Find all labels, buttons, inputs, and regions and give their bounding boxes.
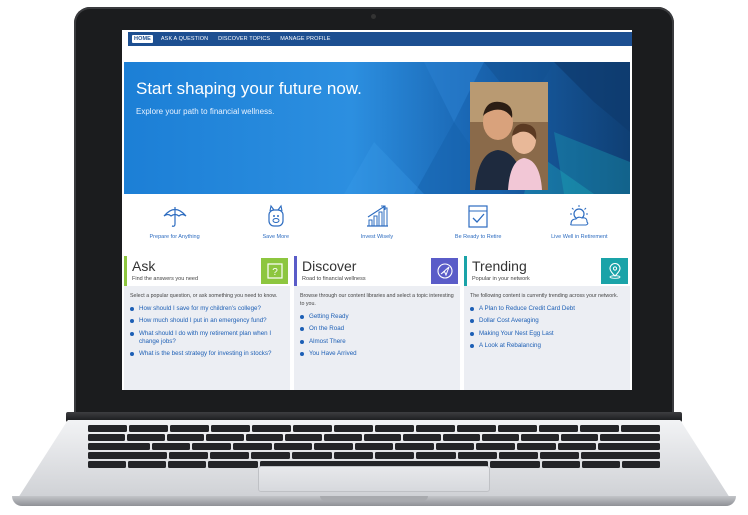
list-item[interactable]: A Look at Rebalancing — [470, 342, 624, 350]
category-be-ready-to-retire[interactable]: Be Ready to Retire — [428, 202, 528, 248]
category-label: Live Well in Retirement — [551, 234, 608, 240]
card-body: Browse through our content libraries and… — [294, 286, 460, 358]
category-save-more[interactable]: Save More — [226, 202, 326, 248]
card-title: Trending — [472, 258, 527, 274]
bullet — [300, 339, 304, 344]
card-body: The following content is currently trend… — [464, 286, 630, 350]
card-badge[interactable] — [601, 258, 628, 284]
card-header: Trending Popular in your network — [464, 256, 630, 286]
topic-link[interactable]: You Have Arrived — [309, 350, 357, 358]
ask-card: Ask Find the answers you need ? Select a… — [124, 256, 290, 390]
laptop-mockup: HOME ASK A QUESTION DISCOVER TOPICS MANA… — [0, 0, 748, 515]
category-label: Prepare for Anything — [149, 234, 200, 240]
map-pin-icon — [608, 263, 621, 279]
card-body: Select a popular question, or ask someth… — [124, 286, 290, 359]
piggy-bank-icon — [268, 204, 284, 227]
bullet — [130, 306, 134, 311]
svg-text:?: ? — [272, 267, 278, 278]
category-prepare-for-anything[interactable]: Prepare for Anything — [125, 202, 225, 248]
category-invest-wisely[interactable]: Invest Wisely — [327, 202, 427, 248]
question-link[interactable]: What is the best strategy for investing … — [139, 350, 271, 358]
list-item[interactable]: On the Road — [300, 325, 454, 333]
umbrella-icon — [163, 207, 187, 227]
discover-card: Discover Road to financial wellness Brow… — [294, 256, 460, 390]
family-photo — [470, 82, 548, 190]
content-cards: Ask Find the answers you need ? Select a… — [124, 256, 630, 390]
bullet — [130, 319, 134, 324]
card-header: Discover Road to financial wellness — [294, 256, 460, 286]
bullet — [470, 319, 474, 324]
category-row: Prepare for Anything Save More Invest Wi… — [124, 202, 630, 248]
nav-home[interactable]: HOME — [132, 35, 153, 43]
card-title: Ask — [132, 258, 156, 274]
category-label: Save More — [262, 234, 290, 240]
screen: HOME ASK A QUESTION DISCOVER TOPICS MANA… — [122, 30, 632, 390]
keyboard — [87, 425, 661, 468]
hero-title: Start shaping your future now. — [136, 79, 362, 98]
bullet — [470, 344, 474, 349]
question-link[interactable]: What should I do with my retirement plan… — [139, 330, 284, 347]
card-subtitle: Road to financial wellness — [302, 276, 366, 282]
card-subtitle: Find the answers you need — [132, 276, 199, 282]
trending-link[interactable]: Making Your Nest Egg Last — [479, 330, 554, 338]
bullet — [300, 327, 304, 332]
card-badge[interactable] — [431, 258, 458, 284]
list-item[interactable]: What should I do with my retirement plan… — [130, 330, 284, 347]
question-link[interactable]: How should I save for my children's coll… — [139, 305, 261, 313]
sun-cloud-icon — [570, 205, 589, 226]
hero-subtitle: Explore your path to financial wellness. — [136, 107, 275, 116]
list-item[interactable]: Dollar Cost Averaging — [470, 317, 624, 325]
card-subtitle: Popular in your network — [472, 276, 530, 282]
bullet — [300, 314, 304, 319]
growth-chart-icon — [366, 205, 388, 227]
laptop-notch — [320, 496, 428, 501]
bullet — [470, 306, 474, 311]
trending-card: Trending Popular in your network The fol… — [464, 256, 630, 390]
list-item[interactable]: You Have Arrived — [300, 350, 454, 358]
card-intro: The following content is currently trend… — [470, 293, 619, 299]
bullet — [130, 352, 134, 357]
top-nav: HOME ASK A QUESTION DISCOVER TOPICS MANA… — [128, 32, 632, 46]
list-item[interactable]: What is the best strategy for investing … — [130, 350, 284, 358]
trending-link[interactable]: Dollar Cost Averaging — [479, 317, 539, 325]
bullet — [130, 331, 134, 336]
trending-link[interactable]: A Plan to Reduce Credit Card Debt — [479, 305, 575, 313]
list-item[interactable]: Making Your Nest Egg Last — [470, 330, 624, 338]
list-item[interactable]: How much should I put in an emergency fu… — [130, 317, 284, 325]
card-intro: Select a popular question, or ask someth… — [130, 293, 278, 299]
question-icon: ? — [266, 263, 283, 279]
nav-manage-profile[interactable]: MANAGE PROFILE — [278, 35, 332, 43]
webcam — [371, 14, 376, 19]
category-label: Be Ready to Retire — [454, 234, 502, 240]
bullet — [470, 331, 474, 336]
card-title: Discover — [302, 258, 357, 274]
trackpad — [258, 466, 490, 492]
category-live-well-in-retirement[interactable]: Live Well in Retirement — [529, 202, 629, 248]
category-label: Invest Wisely — [360, 234, 394, 240]
hero-banner: Start shaping your future now. Explore y… — [124, 62, 630, 194]
compass-icon — [436, 263, 453, 279]
topic-link[interactable]: Getting Ready — [309, 313, 349, 321]
card-intro: Browse through our content libraries and… — [300, 293, 454, 307]
topic-link[interactable]: On the Road — [309, 325, 344, 333]
question-link[interactable]: How much should I put in an emergency fu… — [139, 317, 267, 325]
card-badge[interactable]: ? — [261, 258, 288, 284]
nav-discover-topics[interactable]: DISCOVER TOPICS — [216, 35, 272, 43]
calendar-check-icon — [468, 205, 488, 228]
list-item[interactable]: How should I save for my children's coll… — [130, 305, 284, 313]
topic-link[interactable]: Almost There — [309, 338, 346, 346]
list-item[interactable]: Getting Ready — [300, 313, 454, 321]
card-header: Ask Find the answers you need ? — [124, 256, 290, 286]
nav-ask-a-question[interactable]: ASK A QUESTION — [159, 35, 210, 43]
bullet — [300, 351, 304, 356]
list-item[interactable]: A Plan to Reduce Credit Card Debt — [470, 305, 624, 313]
list-item[interactable]: Almost There — [300, 338, 454, 346]
trending-link[interactable]: A Look at Rebalancing — [479, 342, 541, 350]
